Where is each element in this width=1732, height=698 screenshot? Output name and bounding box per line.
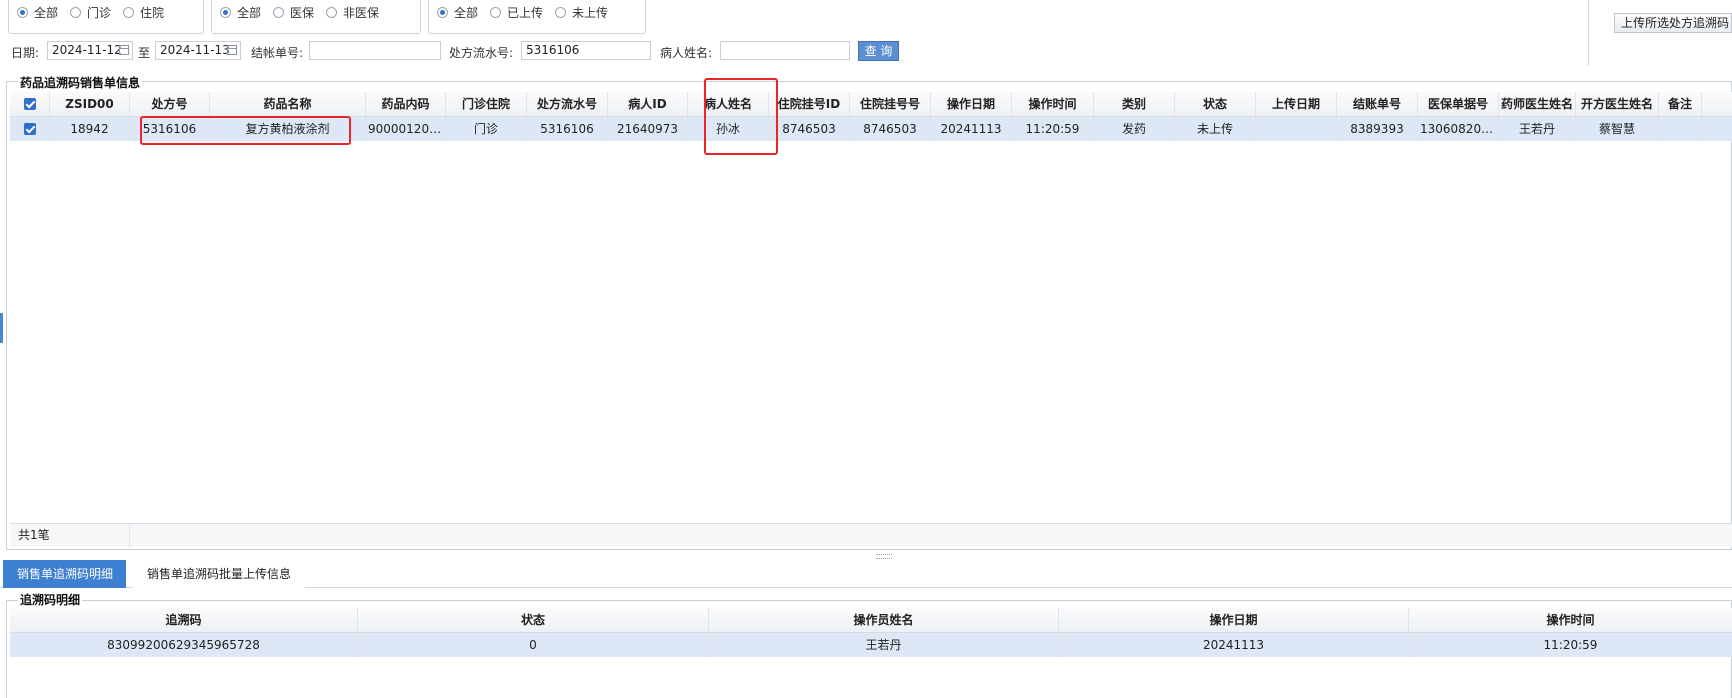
sales-info-panel [6, 81, 1732, 550]
table-cell: 8746503 [850, 117, 931, 141]
detail-grid-header: 追溯码 状态 操作员姓名 操作日期 操作时间 [10, 608, 1732, 633]
clinic-type-filter: 全部 门诊 住院 [8, 0, 204, 34]
sales-info-title: 药品追溯码销售单信息 [18, 74, 143, 91]
table-cell: 20241113 [931, 117, 1012, 141]
col-header[interactable]: 追溯码 [10, 608, 358, 632]
table-cell: 11:20:59 [1012, 117, 1094, 141]
col-header[interactable]: 药师医生姓名 [1499, 92, 1576, 116]
col-header[interactable]: 操作员姓名 [709, 608, 1059, 632]
sales-grid-footer: 共1笔 [10, 523, 1732, 547]
splitter-handle[interactable] [876, 554, 892, 559]
date-to-value: 2024-11-13 [160, 43, 230, 57]
table-cell: 5316106 [130, 117, 210, 141]
col-header[interactable]: 处方流水号 [527, 92, 608, 116]
table-cell: 83099200629345965728 [10, 633, 358, 657]
col-header[interactable]: 操作时间 [1409, 608, 1732, 632]
bill-no-label: 结帐单号: [251, 46, 304, 60]
col-header[interactable]: 备注 [1659, 92, 1702, 116]
table-cell: 王若丹 [709, 633, 1059, 657]
table-cell: 王若丹 [1499, 117, 1576, 141]
table-cell: 9000012097 [366, 117, 446, 141]
insurance-non-medical-radio[interactable]: 非医保 [326, 4, 379, 21]
checkbox-checked-icon [23, 122, 36, 135]
upload-status-filter: 全部 已上传 未上传 [428, 0, 646, 34]
query-button[interactable]: 查 询 [858, 41, 899, 61]
top-right-divider [1588, 0, 1589, 66]
clinic-type-outpatient-radio[interactable]: 门诊 [70, 4, 111, 21]
insurance-all-radio[interactable]: 全部 [220, 4, 261, 21]
insurance-type-filter: 全部 医保 非医保 [211, 0, 421, 34]
col-header[interactable]: 操作时间 [1012, 92, 1094, 116]
rx-serial-label: 处方流水号: [449, 46, 514, 60]
date-from-field[interactable]: 2024-11-12 [47, 41, 133, 60]
status-all-radio[interactable]: 全部 [437, 4, 478, 21]
col-header[interactable]: 病人姓名 [688, 92, 769, 116]
col-header[interactable]: 药品内码 [366, 92, 446, 116]
clinic-type-all-radio[interactable]: 全部 [17, 4, 58, 21]
status-not-uploaded-radio[interactable]: 未上传 [555, 4, 608, 21]
table-cell: 20241113 [1059, 633, 1409, 657]
table-cell [1659, 117, 1702, 141]
table-cell: 21640973 [608, 117, 688, 141]
date-to-label: 至 [138, 46, 151, 60]
patient-name-label: 病人姓名: [660, 46, 713, 60]
table-cell: 8389393 [1337, 117, 1418, 141]
col-header[interactable]: 医保单据号 [1418, 92, 1499, 116]
date-to-field[interactable]: 2024-11-13 [155, 41, 241, 60]
tab-sales-trace-batch-upload[interactable]: 销售单追溯码批量上传信息 [133, 560, 306, 588]
col-header[interactable]: 上传日期 [1256, 92, 1337, 116]
table-cell: 18942 [50, 117, 130, 141]
select-all-checkbox[interactable] [10, 92, 50, 116]
patient-name-field[interactable] [720, 41, 850, 60]
col-header[interactable]: 病人ID [608, 92, 688, 116]
clinic-type-inpatient-radio[interactable]: 住院 [123, 4, 164, 21]
table-cell: 11:20:59 [1543, 638, 1598, 652]
left-edge-marker [0, 313, 3, 343]
table-cell: 门诊 [446, 117, 527, 141]
col-header[interactable]: 操作日期 [931, 92, 1012, 116]
footer-spacer [130, 524, 1732, 547]
col-header[interactable]: 住院挂号号 [850, 92, 931, 116]
col-header[interactable]: ZSID00 [50, 92, 130, 116]
col-header[interactable]: 状态 [1175, 92, 1256, 116]
col-header[interactable]: 处方号 [130, 92, 210, 116]
status-uploaded-radio[interactable]: 已上传 [490, 4, 543, 21]
record-count: 共1笔 [10, 524, 130, 547]
calendar-icon[interactable] [119, 45, 129, 55]
table-cell: 0 [358, 633, 709, 657]
row-checkbox[interactable] [10, 117, 50, 141]
table-cell: 5316106 [527, 117, 608, 141]
table-row[interactable]: 18942 5316106 复方黄柏液涂剂 9000012097 门诊 5316… [10, 117, 1732, 141]
table-cell: 未上传 [1175, 117, 1256, 141]
col-header[interactable]: 门诊住院 [446, 92, 527, 116]
checkbox-checked-icon [23, 97, 36, 110]
date-from-value: 2024-11-12 [52, 43, 122, 57]
col-header[interactable]: 状态 [358, 608, 709, 632]
upload-selected-trace-codes-button[interactable]: 上传所选处方追溯码 [1614, 13, 1732, 33]
sales-grid-header: ZSID00 处方号 药品名称 药品内码 门诊住院 处方流水号 病人ID 病人姓… [10, 92, 1732, 117]
tab-sales-trace-detail[interactable]: 销售单追溯码明细 [3, 560, 126, 588]
col-header[interactable]: 类别 [1094, 92, 1175, 116]
table-cell: 8746503 [769, 117, 850, 141]
col-header[interactable]: 开方医生姓名 [1576, 92, 1659, 116]
rx-serial-field[interactable]: 5316106 [521, 41, 651, 60]
bill-no-field[interactable] [309, 41, 441, 60]
col-header[interactable]: 结账单号 [1337, 92, 1418, 116]
table-cell: 复方黄柏液涂剂 [210, 117, 366, 141]
table-cell [1256, 117, 1337, 141]
col-header[interactable]: 住院挂号ID [769, 92, 850, 116]
table-row[interactable]: 83099200629345965728 0 王若丹 20241113 11:2… [10, 633, 1732, 657]
date-label: 日期: [11, 46, 40, 60]
col-header[interactable]: 操作日期 [1059, 608, 1409, 632]
table-cell: 孙冰 [688, 117, 769, 141]
table-cell: 130608202... [1418, 117, 1499, 141]
table-cell: 发药 [1094, 117, 1175, 141]
trace-detail-title: 追溯码明细 [18, 591, 83, 608]
calendar-icon[interactable] [227, 45, 237, 55]
col-header[interactable]: 药品名称 [210, 92, 366, 116]
table-cell: 蔡智慧 [1576, 117, 1659, 141]
insurance-medical-radio[interactable]: 医保 [273, 4, 314, 21]
